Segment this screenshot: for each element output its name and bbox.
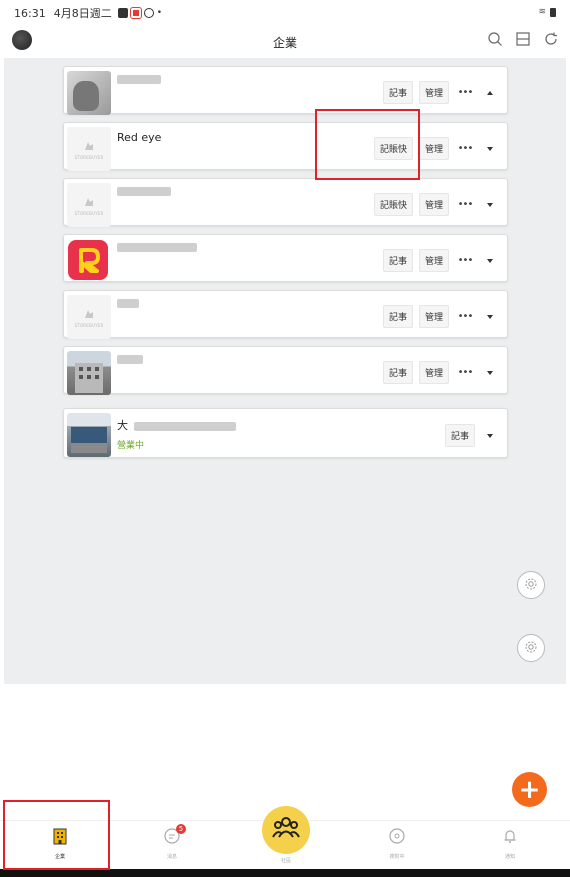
unread-badge: 5 [176, 824, 186, 834]
record-app-icon [129, 7, 142, 19]
business-thumbnail: STOREBUYER [67, 295, 111, 339]
manage-button[interactable]: 管理 [418, 137, 449, 160]
tab-messages[interactable]: 5 消息 [132, 824, 212, 860]
battery-icon [550, 7, 556, 17]
blurred-name [117, 243, 197, 252]
business-thumbnail [68, 240, 108, 280]
more-button[interactable]: ••• [455, 143, 475, 154]
business-card[interactable]: STOREBUYER 記事 管理 ••• [63, 290, 508, 339]
highlight-box [3, 800, 110, 870]
tab-label: 搜附中 [389, 854, 405, 860]
business-card[interactable]: 記事 管理 ••• [63, 234, 508, 282]
r-logo-icon [79, 248, 100, 273]
more-button[interactable]: ••• [455, 87, 475, 98]
manage-button[interactable]: 管理 [418, 305, 449, 328]
business-thumbnail [67, 413, 111, 457]
manage-button[interactable]: 管理 [418, 249, 449, 272]
business-card[interactable]: 記事 管理 ••• [63, 66, 508, 115]
page-title: 企業 [272, 36, 297, 50]
business-name: Red eye [117, 131, 162, 144]
search-icon[interactable] [486, 30, 504, 48]
more-button[interactable]: ••• [455, 311, 475, 322]
blurred-name [133, 421, 236, 431]
tab-notifications[interactable]: 通知 [470, 827, 550, 860]
store-placeholder-icon: STOREBUYER [67, 183, 111, 227]
gallery-icon [117, 8, 128, 18]
business-thumbnail [67, 71, 111, 115]
more-button[interactable]: ••• [455, 367, 475, 378]
tab-label: 消息 [166, 854, 177, 860]
chevron-down-icon[interactable] [481, 252, 499, 270]
scan-icon[interactable] [514, 30, 532, 48]
manage-button[interactable]: 管理 [418, 361, 449, 384]
settings-gear-button[interactable] [517, 571, 545, 599]
tab-label: 通知 [504, 854, 515, 860]
business-list-area: 記事 管理 ••• STOREBUYER Red eye 記賬快 管理 ••• [4, 58, 566, 684]
chevron-down-icon[interactable] [481, 427, 499, 445]
gear-icon [524, 576, 538, 595]
business-thumbnail: STOREBUYER [67, 183, 111, 227]
blurred-name [117, 299, 139, 308]
record-button[interactable]: 記事 [382, 361, 413, 384]
chevron-down-icon[interactable] [481, 308, 499, 326]
tab-label: 社區 [280, 858, 291, 864]
status-time: 16:31 [14, 6, 46, 20]
record-button[interactable]: 記事 [444, 424, 475, 447]
store-placeholder-icon: STOREBUYER [67, 295, 111, 339]
app-header: 企業 [0, 26, 570, 58]
record-button[interactable]: 記事 [382, 305, 413, 328]
bell-icon [501, 830, 519, 849]
dot-icon: • [156, 8, 163, 18]
status-date: 4月8日週二 [53, 7, 112, 20]
wifi-icon: ≋ [538, 7, 546, 17]
chevron-down-icon[interactable] [481, 196, 499, 214]
store-placeholder-icon: STOREBUYER [67, 127, 111, 171]
add-business-button[interactable]: + [512, 772, 547, 807]
refresh-icon[interactable] [542, 30, 560, 48]
business-card[interactable]: 記事 管理 ••• [63, 346, 508, 395]
system-nav-strip [0, 869, 570, 877]
business-thumbnail: STOREBUYER [67, 127, 111, 171]
community-icon [271, 815, 301, 845]
quick-record-button[interactable]: 記賬快 [373, 193, 413, 216]
business-card[interactable]: STOREBUYER Red eye 記賬快 管理 ••• [63, 122, 508, 171]
record-button[interactable]: 記事 [382, 81, 413, 104]
business-card[interactable]: STOREBUYER 記賬快 管理 ••• [63, 178, 508, 227]
business-name: 大 [117, 417, 236, 433]
plus-icon: + [518, 774, 541, 805]
manage-button[interactable]: 管理 [418, 193, 449, 216]
business-card[interactable]: 大 營業中 記事 [63, 408, 508, 458]
status-bar: 16:31 4月8日週二 • ≋ [0, 0, 570, 26]
more-button[interactable]: ••• [455, 199, 475, 210]
highlight-box [315, 109, 420, 180]
record-button[interactable]: 記事 [382, 249, 413, 272]
business-status: 營業中 [117, 441, 145, 451]
compass-icon [388, 828, 406, 849]
business-thumbnail [67, 351, 111, 395]
sync-icon [143, 8, 154, 18]
settings-gear-button[interactable] [517, 634, 545, 662]
blurred-name [117, 187, 171, 196]
tab-community[interactable] [262, 806, 310, 854]
blurred-name [117, 355, 143, 364]
manage-button[interactable]: 管理 [418, 81, 449, 104]
chevron-down-icon[interactable] [481, 364, 499, 382]
blurred-name [117, 75, 161, 84]
more-button[interactable]: ••• [455, 255, 475, 266]
chevron-down-icon[interactable] [481, 140, 499, 158]
tab-search-nearby[interactable]: 搜附中 [357, 827, 437, 860]
gear-icon [524, 639, 538, 658]
chevron-up-icon[interactable] [481, 84, 499, 102]
